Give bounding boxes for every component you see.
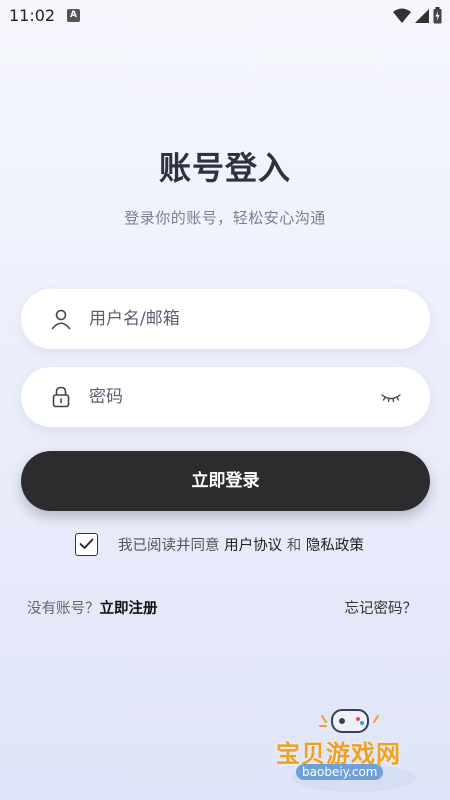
agreement-row: 我已阅读并同意 用户协议 和 隐私政策 [75, 532, 364, 556]
login-button-label: 立即登录 [191, 471, 260, 491]
watermark-logo: 宝贝游戏网 baobeiy.com [272, 706, 422, 796]
lock-icon [52, 386, 70, 408]
signal-icon [415, 8, 429, 23]
register-prompt: 没有账号？立即注册 [27, 597, 158, 618]
agreement-conjunction: 和 [282, 537, 306, 554]
password-placeholder: 密码 [89, 387, 123, 407]
user-icon [51, 309, 71, 330]
status-bar: 11:02 A [0, 0, 450, 32]
status-icons [393, 7, 442, 24]
checkmark-icon [79, 538, 94, 549]
privacy-link[interactable]: 隐私政策 [306, 538, 364, 554]
eye-closed-icon[interactable] [380, 387, 402, 407]
forgot-password-link[interactable]: 忘记密码？ [345, 597, 418, 618]
status-time: 11:02 [9, 6, 56, 25]
notification-app-icon: A [67, 9, 80, 22]
password-field[interactable]: 密码 [21, 367, 430, 427]
terms-link[interactable]: 用户协议 [224, 538, 282, 554]
agreement-prefix: 我已阅读并同意 [118, 537, 225, 554]
login-button[interactable]: 立即登录 [21, 451, 430, 511]
page-subtitle: 登录你的账号，轻松安心沟通 [124, 209, 326, 227]
wifi-icon [393, 8, 411, 23]
username-placeholder: 用户名/邮箱 [89, 309, 180, 329]
no-account-text: 没有账号？ [27, 601, 100, 617]
battery-icon [433, 7, 442, 24]
agreement-text: 我已阅读并同意 用户协议 和 隐私政策 [118, 534, 364, 555]
agreement-checkbox[interactable] [75, 532, 98, 556]
page-title: 账号登入 [158, 149, 291, 187]
register-link[interactable]: 立即注册 [100, 601, 158, 617]
username-field[interactable]: 用户名/邮箱 [21, 289, 430, 349]
watermark-url: baobeiy.com [296, 764, 384, 780]
